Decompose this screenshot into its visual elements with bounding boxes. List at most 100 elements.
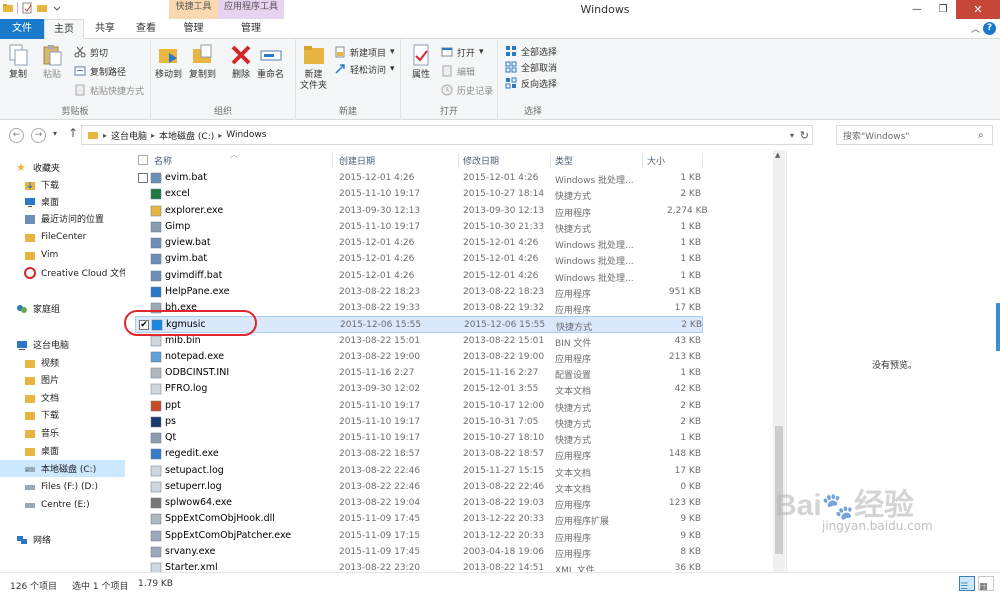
move-to-button[interactable]: 移动到 bbox=[155, 43, 182, 81]
close-button[interactable]: ✕ bbox=[956, 0, 1000, 19]
tab-manage-application[interactable]: 管理 bbox=[220, 19, 282, 39]
column-modified[interactable]: 修改日期 bbox=[459, 154, 551, 168]
table-row[interactable]: excel 2015-11-10 19:17 2015-10-27 18:14 快捷方… bbox=[135, 186, 703, 202]
column-created[interactable]: 创建日期 bbox=[335, 154, 459, 168]
table-row[interactable]: HelpPane.exe 2013-08-22 18:23 2013-08-22 1… bbox=[135, 284, 703, 300]
file-name: PFRO.log bbox=[165, 383, 208, 395]
new-item-button[interactable]: 新建项目 ▾ bbox=[334, 44, 395, 60]
search-icon[interactable]: ⌕ bbox=[978, 130, 992, 141]
column-type[interactable]: 类型 bbox=[551, 154, 643, 168]
file-size: 8 KB bbox=[680, 546, 701, 557]
paste-button[interactable]: 粘贴 bbox=[40, 43, 64, 81]
edit-button[interactable]: 编辑 bbox=[441, 63, 475, 79]
cut-button[interactable]: 剪切 bbox=[74, 44, 108, 60]
table-row[interactable]: PFRO.log 2013-09-30 12:02 2015-12-01 3:55 文… bbox=[135, 381, 703, 397]
table-row[interactable]: Starter.xml 2013-08-22 23:20 2013-08-22 14… bbox=[135, 560, 703, 572]
explorer-icon bbox=[150, 205, 162, 216]
help-icon[interactable]: ? bbox=[983, 22, 996, 35]
chevron-up-icon[interactable]: ︿ bbox=[971, 22, 980, 35]
nav-fav-recent[interactable]: 最近访问的位置 bbox=[0, 210, 125, 227]
forward-button[interactable]: → bbox=[31, 128, 46, 143]
column-size[interactable]: 大小 bbox=[643, 154, 703, 168]
nav-pc-downloads[interactable]: 下载 bbox=[0, 406, 125, 423]
table-row[interactable]: setuperr.log 2013-08-22 22:46 2013-08-22 2… bbox=[135, 479, 703, 495]
refresh-icon[interactable]: ↻ bbox=[800, 129, 809, 142]
nav-fav-creative-cloud[interactable]: Creative Cloud 文件 bbox=[0, 264, 125, 281]
row-checkbox[interactable] bbox=[138, 173, 148, 183]
nav-pc-music[interactable]: 音乐 bbox=[0, 424, 125, 441]
properties-button[interactable]: 属性 bbox=[409, 43, 433, 81]
copy-to-button[interactable]: 复制到 bbox=[189, 43, 216, 81]
table-row[interactable]: SppExtComObjHook.dll 2015-11-09 17:45 2013… bbox=[135, 511, 703, 527]
tab-view[interactable]: 查看 bbox=[126, 19, 166, 39]
nav-favorites[interactable]: ★ 收藏夹 bbox=[0, 159, 125, 176]
nav-this-pc[interactable]: 这台电脑 bbox=[0, 336, 125, 353]
nav-fav-vim[interactable]: Vim bbox=[0, 246, 125, 263]
table-row[interactable]: explorer.exe 2013-09-30 12:13 2013-09-30 1… bbox=[135, 203, 708, 219]
tab-home[interactable]: 主页 bbox=[44, 19, 84, 39]
open-button[interactable]: 打开 ▾ bbox=[441, 44, 484, 60]
tab-share[interactable]: 共享 bbox=[86, 19, 124, 39]
nav-homegroup[interactable]: 家庭组 bbox=[0, 300, 125, 317]
table-row[interactable]: srvany.exe 2015-11-09 17:45 2003-04-18 19:… bbox=[135, 544, 703, 560]
restore-button[interactable]: ❐ bbox=[930, 0, 956, 19]
back-button[interactable]: ← bbox=[9, 128, 24, 143]
nav-pc-local-disk-c[interactable]: 本地磁盘 (C:) bbox=[0, 460, 125, 477]
table-row[interactable]: Qt 2015-11-10 19:17 2015-10-27 18:10 快捷方式 1 … bbox=[135, 430, 703, 446]
table-row[interactable]: gvimdiff.bat 2015-12-01 4:26 2015-12-01 4:… bbox=[135, 268, 703, 284]
scroll-up-icon[interactable]: ▲ bbox=[775, 151, 780, 159]
table-row[interactable]: ppt 2015-11-10 19:17 2015-10-17 12:00 快捷方式 2… bbox=[135, 398, 703, 414]
nav-fav-downloads[interactable]: 下载 bbox=[0, 176, 125, 193]
tab-manage-shortcut[interactable]: 管理 bbox=[169, 19, 218, 39]
nav-pc-pictures[interactable]: 图片 bbox=[0, 371, 125, 388]
breadcrumb-local-disk[interactable]: 本地磁盘 (C:) bbox=[159, 129, 214, 142]
delete-button[interactable]: 删除 bbox=[229, 43, 253, 81]
table-row[interactable]: regedit.exe 2013-08-22 18:57 2013-08-22 18… bbox=[135, 446, 703, 462]
nav-pc-desktop[interactable]: 桌面 bbox=[0, 442, 125, 459]
address-bar[interactable]: ▸ 这台电脑 ▸ 本地磁盘 (C:) ▸ Windows ▾ ↻ bbox=[81, 125, 813, 145]
search-input[interactable]: 搜索"Windows" bbox=[843, 129, 978, 142]
easy-access-button[interactable]: 轻松访问 ▾ bbox=[334, 61, 395, 77]
table-row[interactable]: splwow64.exe 2013-08-22 19:04 2013-08-22 1… bbox=[135, 495, 703, 511]
nav-pc-videos[interactable]: 视频 bbox=[0, 354, 125, 371]
table-row[interactable]: setupact.log 2013-08-22 22:46 2015-11-27 1… bbox=[135, 463, 703, 479]
recent-places-icon bbox=[25, 214, 35, 224]
nav-pc-documents[interactable]: 文档 bbox=[0, 389, 125, 406]
copy-path-button[interactable]: 复制路径 bbox=[74, 63, 126, 79]
nav-pc-centre-e[interactable]: Centre (E:) bbox=[0, 496, 125, 513]
nav-pc-files-f[interactable]: Files (F:) (D:) bbox=[0, 478, 125, 495]
table-row[interactable]: Gimp 2015-11-10 19:17 2015-10-30 21:33 快捷方式… bbox=[135, 219, 703, 235]
up-button[interactable]: ↑ bbox=[68, 126, 78, 140]
tab-file[interactable]: 文件 bbox=[0, 19, 44, 39]
nav-fav-filecenter[interactable]: FileCenter bbox=[0, 228, 125, 245]
select-all-button[interactable]: 全部选择 bbox=[505, 43, 557, 59]
invert-selection-button[interactable]: 反向选择 bbox=[505, 75, 557, 91]
table-row[interactable]: evim.bat 2015-12-01 4:26 2015-12-01 4:26 Wi… bbox=[135, 170, 703, 186]
table-row[interactable]: ODBCINST.INI 2015-11-16 2:27 2015-11-16 2:… bbox=[135, 365, 703, 381]
table-row[interactable]: SppExtComObjPatcher.exe 2015-11-09 17:15 2… bbox=[135, 528, 703, 544]
details-view-button[interactable]: ☰ bbox=[959, 576, 975, 592]
table-row[interactable]: notepad.exe 2013-08-22 19:00 2013-08-22 19… bbox=[135, 349, 703, 365]
address-dropdown-icon[interactable]: ▾ bbox=[790, 131, 794, 140]
recent-locations-chevron-icon[interactable]: ▾ bbox=[53, 129, 57, 138]
history-button[interactable]: 历史记录 bbox=[441, 82, 493, 98]
file-name: Qt bbox=[165, 432, 177, 443]
table-row[interactable]: ps 2015-11-10 19:17 2015-10-31 7:05 快捷方式 2 K… bbox=[135, 414, 703, 430]
new-folder-button[interactable]: 新建 文件夹 bbox=[300, 43, 327, 92]
select-none-button[interactable]: 全部取消 bbox=[505, 59, 557, 75]
select-all-checkbox[interactable] bbox=[138, 155, 148, 165]
copy-button[interactable]: 复制 bbox=[6, 43, 30, 81]
nav-fav-desktop[interactable]: 桌面 bbox=[0, 193, 125, 210]
breadcrumb-this-pc[interactable]: 这台电脑 bbox=[111, 129, 147, 142]
scissors-icon bbox=[74, 46, 86, 58]
breadcrumb-windows[interactable]: Windows bbox=[226, 130, 266, 140]
minimize-button[interactable]: — bbox=[904, 0, 930, 19]
nav-network[interactable]: 网络 bbox=[0, 531, 125, 548]
column-name[interactable]: 名称 bbox=[150, 154, 333, 168]
paste-shortcut-button[interactable]: 粘贴快捷方式 bbox=[74, 82, 144, 98]
large-icons-view-button[interactable]: ▦ bbox=[978, 576, 994, 592]
table-row[interactable]: gview.bat 2015-12-01 4:26 2015-12-01 4:26 W… bbox=[135, 235, 703, 251]
rename-button[interactable]: 重命名 bbox=[257, 43, 284, 81]
search-box[interactable]: 搜索"Windows" ⌕ bbox=[836, 125, 993, 145]
table-row[interactable]: gvim.bat 2015-12-01 4:26 2015-12-01 4:26 Wi… bbox=[135, 251, 703, 267]
